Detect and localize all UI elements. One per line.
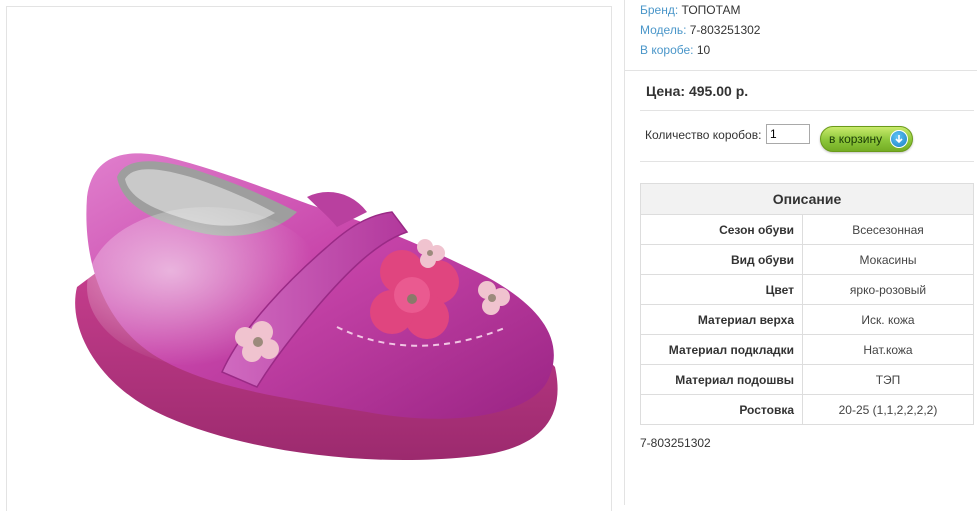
arrow-down-circle-icon: [890, 130, 908, 148]
model-value: 7-803251302: [689, 23, 761, 37]
pink-shoe-image: [75, 153, 558, 461]
brand-value: ТОПОТАМ: [681, 3, 741, 17]
article-code: 7-803251302: [640, 436, 711, 450]
spec-value: Иск. кожа: [802, 304, 974, 335]
spec-value: 20-25 (1,1,2,2,2,2): [802, 394, 974, 425]
table-row: Материал подкладки Нат.кожа: [640, 334, 974, 365]
spec-value: Нат.кожа: [802, 334, 974, 365]
table-row: Сезон обуви Всесезонная: [640, 214, 974, 245]
column-divider: [624, 0, 625, 505]
description-title: Описание: [640, 183, 974, 215]
box-count-value: 10: [696, 43, 711, 57]
brand-row: Бренд: ТОПОТАМ: [640, 3, 741, 17]
add-to-cart-button[interactable]: в корзину: [820, 126, 913, 152]
table-row: Материал подошвы ТЭП: [640, 364, 974, 395]
spec-value: ТЭП: [802, 364, 974, 395]
table-row: Вид обуви Мокасины: [640, 244, 974, 275]
brand-label: Бренд:: [640, 3, 679, 17]
quantity-input[interactable]: [766, 124, 810, 144]
spec-key: Вид обуви: [640, 244, 803, 275]
spec-key: Материал подкладки: [640, 334, 803, 365]
divider-line: [640, 161, 974, 162]
box-count-row: В коробе: 10: [640, 43, 710, 57]
model-row: Модель: 7-803251302: [640, 23, 760, 37]
spec-value: Мокасины: [802, 244, 974, 275]
spec-key: Материал верха: [640, 304, 803, 335]
big-flower-decoration: [370, 250, 459, 339]
add-to-cart-label: в корзину: [829, 132, 883, 146]
spec-key: Материал подошвы: [640, 364, 803, 395]
divider-line: [640, 110, 974, 111]
description-table: Описание Сезон обуви Всесезонная Вид обу…: [640, 183, 974, 425]
price-text: Цена: 495.00 р.: [646, 83, 749, 99]
product-image-frame[interactable]: [6, 6, 612, 511]
spec-key: Сезон обуви: [640, 214, 803, 245]
spec-value: ярко-розовый: [802, 274, 974, 305]
model-label: Модель:: [640, 23, 687, 37]
table-row: Ростовка 20-25 (1,1,2,2,2,2): [640, 394, 974, 425]
spec-value: Всесезонная: [802, 214, 974, 245]
table-row: Материал верха Иск. кожа: [640, 304, 974, 335]
divider-line: [624, 70, 977, 71]
spec-key: Цвет: [640, 274, 803, 305]
quantity-label: Количество коробов:: [645, 128, 762, 142]
table-row: Цвет ярко-розовый: [640, 274, 974, 305]
spec-key: Ростовка: [640, 394, 803, 425]
box-count-label: В коробе:: [640, 43, 694, 57]
